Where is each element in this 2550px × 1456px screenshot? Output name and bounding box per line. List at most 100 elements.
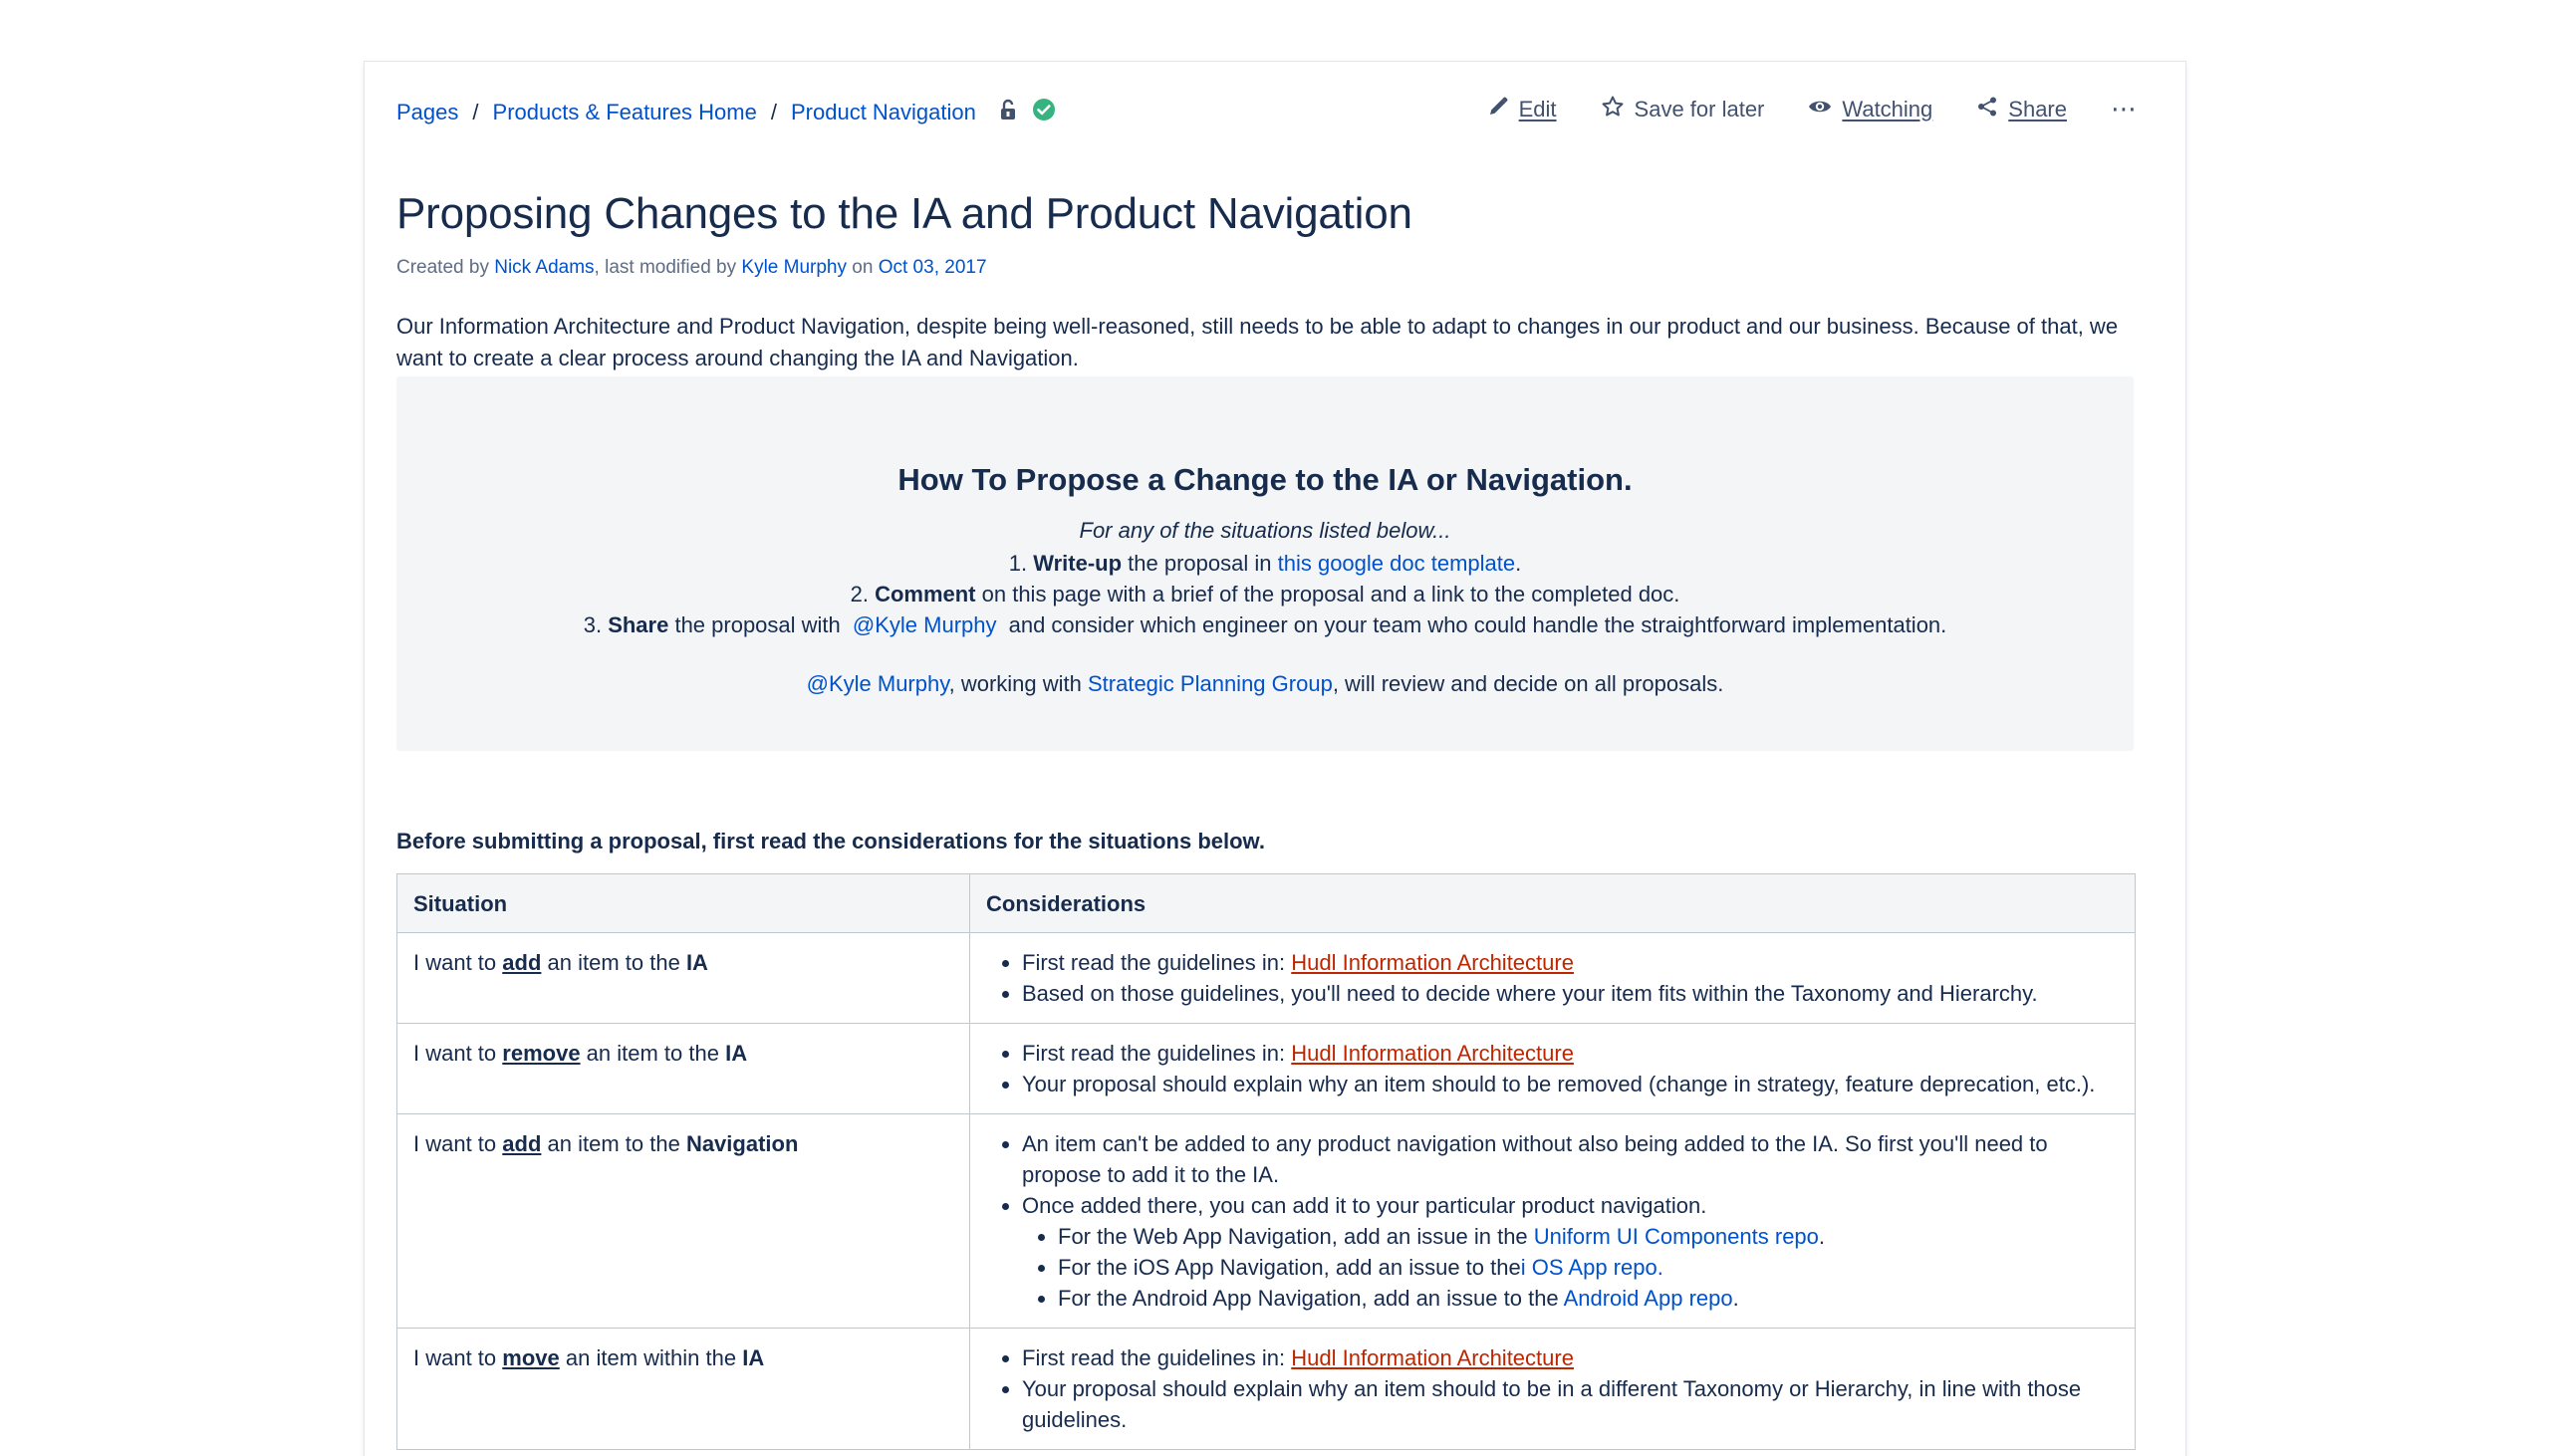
breadcrumb-pages[interactable]: Pages [396,100,458,125]
situation-text: I want to [413,1041,503,1066]
google-doc-template-link[interactable]: this google doc template [1278,551,1516,576]
item-text: First read the guidelines in: [1022,1345,1292,1370]
table-row: I want to remove an item to the IA First… [396,1023,2136,1114]
item-text: For the Android App Navigation, add an i… [1058,1286,1564,1311]
review-text: , working with [948,671,1088,696]
situation-verb: remove [502,1041,581,1066]
watching-button[interactable]: Watching [1808,97,1932,122]
save-for-later-button[interactable]: Save for later [1601,95,1764,124]
situation-object: Navigation [685,1131,799,1156]
nested-list: For the Web App Navigation, add an issue… [1022,1221,2119,1314]
situation-verb: add [502,1131,542,1156]
situation-cell: I want to move an item within the IA [396,1328,970,1450]
step-number: 3. [583,612,603,637]
considerations-table: Situation Considerations I want to add a… [396,873,2136,1450]
more-actions-button[interactable]: ⋯ [2111,94,2138,124]
breadcrumb-product-navigation[interactable]: Product Navigation [791,100,976,125]
modifier-link[interactable]: Kyle Murphy [741,257,847,278]
considerations-list: First read the guidelines in: Hudl Infor… [986,1038,2119,1099]
situation-text: an item to the [541,1131,686,1156]
pencil-icon [1487,96,1509,123]
modified-by-label: , last modified by [594,257,737,278]
hudl-ia-link[interactable]: Hudl Information Architecture [1291,950,1574,975]
list-item: For the Web App Navigation, add an issue… [1058,1221,2119,1252]
watching-label: Watching [1842,96,1933,121]
star-icon [1601,95,1625,124]
situation-text: an item to the [541,950,686,975]
breadcrumb-separator: / [472,100,479,124]
page-actions: Edit Save for later Watching Share ⋯ [1487,94,2138,124]
situation-object: IA [685,950,708,975]
edit-label: Edit [1518,96,1557,121]
list-item: An item can't be added to any product na… [1022,1128,2119,1190]
share-label: Share [2008,96,2067,121]
review-text: , will review and decide on all proposal… [1332,671,1724,696]
step-number: 2. [850,582,869,607]
situation-text: I want to [413,1345,503,1370]
breadcrumb: Pages / Products & Features Home / Produ… [396,98,1056,127]
considerations-cell: First read the guidelines in: Hudl Infor… [969,1328,2136,1450]
step-number: 1. [1008,551,1028,576]
situation-text: I want to [413,1131,503,1156]
item-text: Once added there, you can add it to your… [1022,1193,1707,1218]
android-app-repo-link[interactable]: Android App repo [1564,1286,1733,1311]
intro-paragraph: Our Information Architecture and Product… [396,314,2119,370]
situation-verb: add [502,950,542,975]
share-icon [1976,96,1998,123]
situation-object: IA [725,1041,748,1066]
table-row: I want to move an item within the IA Fir… [396,1328,2136,1450]
eye-icon [1808,97,1832,122]
step-end: . [1515,551,1522,576]
list-item: Based on those guidelines, you'll need t… [1022,978,2119,1009]
situation-cell: I want to add an item to the Navigation [396,1113,970,1329]
considerations-cell: First read the guidelines in: Hudl Infor… [969,932,2136,1024]
step-text: the proposal with [668,612,847,637]
step-text: the proposal in [1122,551,1278,576]
list-item: First read the guidelines in: Hudl Infor… [1022,1342,2119,1373]
edit-button[interactable]: Edit [1487,96,1557,123]
ios-app-repo-link[interactable]: i OS App repo. [1521,1255,1663,1280]
step-keyword: Write-up [1033,551,1123,576]
situation-cell: I want to add an item to the IA [396,932,970,1024]
situation-text: I want to [413,950,503,975]
step-keyword: Comment [875,582,976,607]
step-keyword: Share [608,612,669,637]
situation-cell: I want to remove an item to the IA [396,1023,970,1114]
considerations-list: First read the guidelines in: Hudl Infor… [986,947,2119,1009]
step-end: and consider which engineer on your team… [1002,612,1947,637]
user-mention-kyle-murphy[interactable]: @Kyle Murphy [847,612,1003,637]
list-item: Once added there, you can add it to your… [1022,1190,2119,1314]
list-item: Your proposal should explain why an item… [1022,1373,2119,1435]
on-label: on [852,257,874,278]
item-text: First read the guidelines in: [1022,1041,1292,1066]
table-header-row: Situation Considerations [396,873,2136,933]
strategic-planning-group-link[interactable]: Strategic Planning Group [1088,671,1333,696]
hudl-ia-link[interactable]: Hudl Information Architecture [1291,1345,1574,1370]
page-metadata: Created by Nick Adams, last modified by … [396,257,987,279]
creator-link[interactable]: Nick Adams [494,257,594,278]
list-item: For the iOS App Navigation, add an issue… [1058,1252,2119,1283]
breadcrumb-products-home[interactable]: Products & Features Home [493,100,757,125]
list-item: First read the guidelines in: Hudl Infor… [1022,947,2119,978]
breadcrumb-separator: / [770,100,777,124]
column-header-situation: Situation [396,873,970,933]
user-mention-kyle-murphy[interactable]: @Kyle Murphy [807,671,949,696]
modified-date-link[interactable]: Oct 03, 2017 [879,257,987,278]
list-item: First read the guidelines in: Hudl Infor… [1022,1038,2119,1069]
considerations-list: An item can't be added to any product na… [986,1128,2119,1314]
created-by-label: Created by [396,257,489,278]
item-text: For the iOS App Navigation, add an issue… [1058,1255,1521,1280]
share-button[interactable]: Share [1976,96,2067,123]
page-title: Proposing Changes to the IA and Product … [396,189,1412,238]
uniform-ui-components-repo-link[interactable]: Uniform UI Components repo [1534,1224,1819,1249]
unlock-icon[interactable] [998,99,1018,126]
situation-text: an item within the [559,1345,743,1370]
step-comment: 2. Comment on this page with a brief of … [396,579,2134,609]
panel-heading: How To Propose a Change to the IA or Nav… [897,462,1633,497]
column-header-considerations: Considerations [969,873,2136,933]
check-circle-icon [1032,98,1056,127]
item-text: For the Web App Navigation, add an issue… [1058,1224,1534,1249]
how-to-panel: How To Propose a Change to the IA or Nav… [396,376,2134,751]
hudl-ia-link[interactable]: Hudl Information Architecture [1291,1041,1574,1066]
item-text: First read the guidelines in: [1022,950,1292,975]
